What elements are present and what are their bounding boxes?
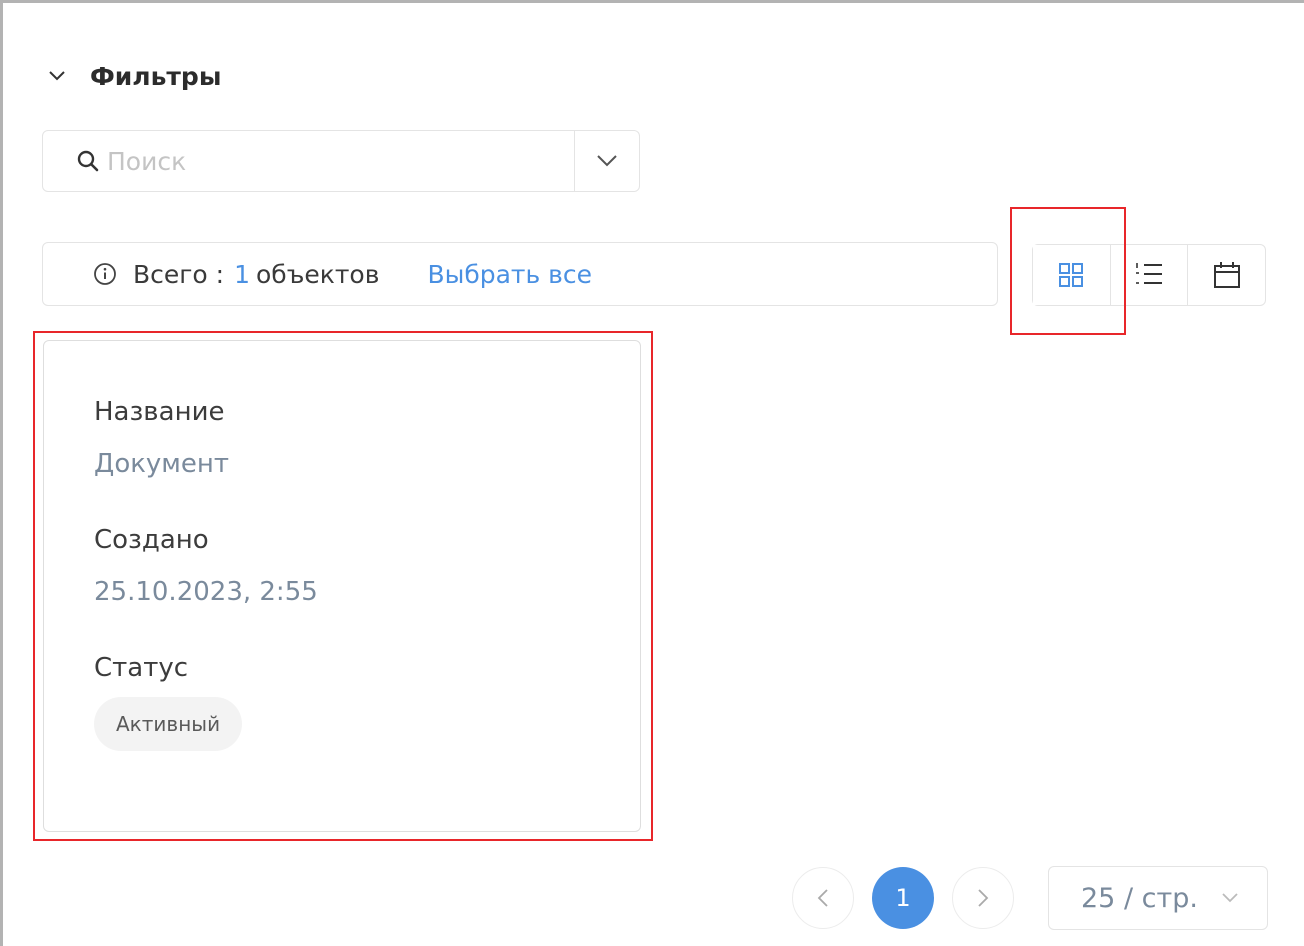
card-field-label: Название <box>94 397 225 427</box>
search-dropdown-button[interactable] <box>574 131 639 191</box>
pagination: 1 <box>792 866 1014 930</box>
chevron-down-icon <box>44 63 70 89</box>
card-field-label: Создано <box>94 525 209 555</box>
selection-info-bar: Всего : 1 объектов Выбрать все <box>42 242 998 306</box>
card-status-label: Статус <box>94 653 189 683</box>
search-input[interactable] <box>107 146 527 176</box>
card-field-value: Документ <box>94 449 230 479</box>
search-icon <box>75 148 101 174</box>
window-left-border <box>0 0 3 946</box>
status-badge: Активный <box>94 697 243 751</box>
object-card[interactable]: Название Документ Создано 25.10.2023, 2:… <box>43 340 641 832</box>
calendar-view-button[interactable] <box>1188 245 1265 305</box>
total-label: Всего : <box>133 259 225 289</box>
list-icon <box>1136 263 1162 284</box>
current-page-button[interactable]: 1 <box>872 867 934 929</box>
grid-view-button[interactable] <box>1033 245 1111 305</box>
list-view-button[interactable] <box>1111 245 1189 305</box>
page-size-value: 25 / стр. <box>1081 882 1198 914</box>
card-field-value: 25.10.2023, 2:55 <box>94 577 318 607</box>
select-all-link[interactable]: Выбрать все <box>427 260 592 289</box>
prev-page-button[interactable] <box>792 867 854 929</box>
total-unit: объектов <box>255 259 380 289</box>
chevron-down-icon <box>1222 893 1238 903</box>
window-top-border <box>0 0 1304 3</box>
info-icon <box>93 262 117 286</box>
chevron-down-icon <box>597 155 617 167</box>
search-field[interactable] <box>43 131 574 191</box>
filters-toggle[interactable]: Фильтры <box>44 58 221 94</box>
chevron-right-icon <box>978 889 989 907</box>
search-box <box>42 130 640 192</box>
chevron-left-icon <box>817 889 828 907</box>
total-count: 1 <box>234 259 250 289</box>
next-page-button[interactable] <box>952 867 1014 929</box>
page-size-select[interactable]: 25 / стр. <box>1048 866 1268 930</box>
filters-title: Фильтры <box>90 61 222 91</box>
calendar-icon <box>1213 262 1240 288</box>
grid-icon <box>1059 263 1084 287</box>
view-switcher <box>1032 244 1266 306</box>
